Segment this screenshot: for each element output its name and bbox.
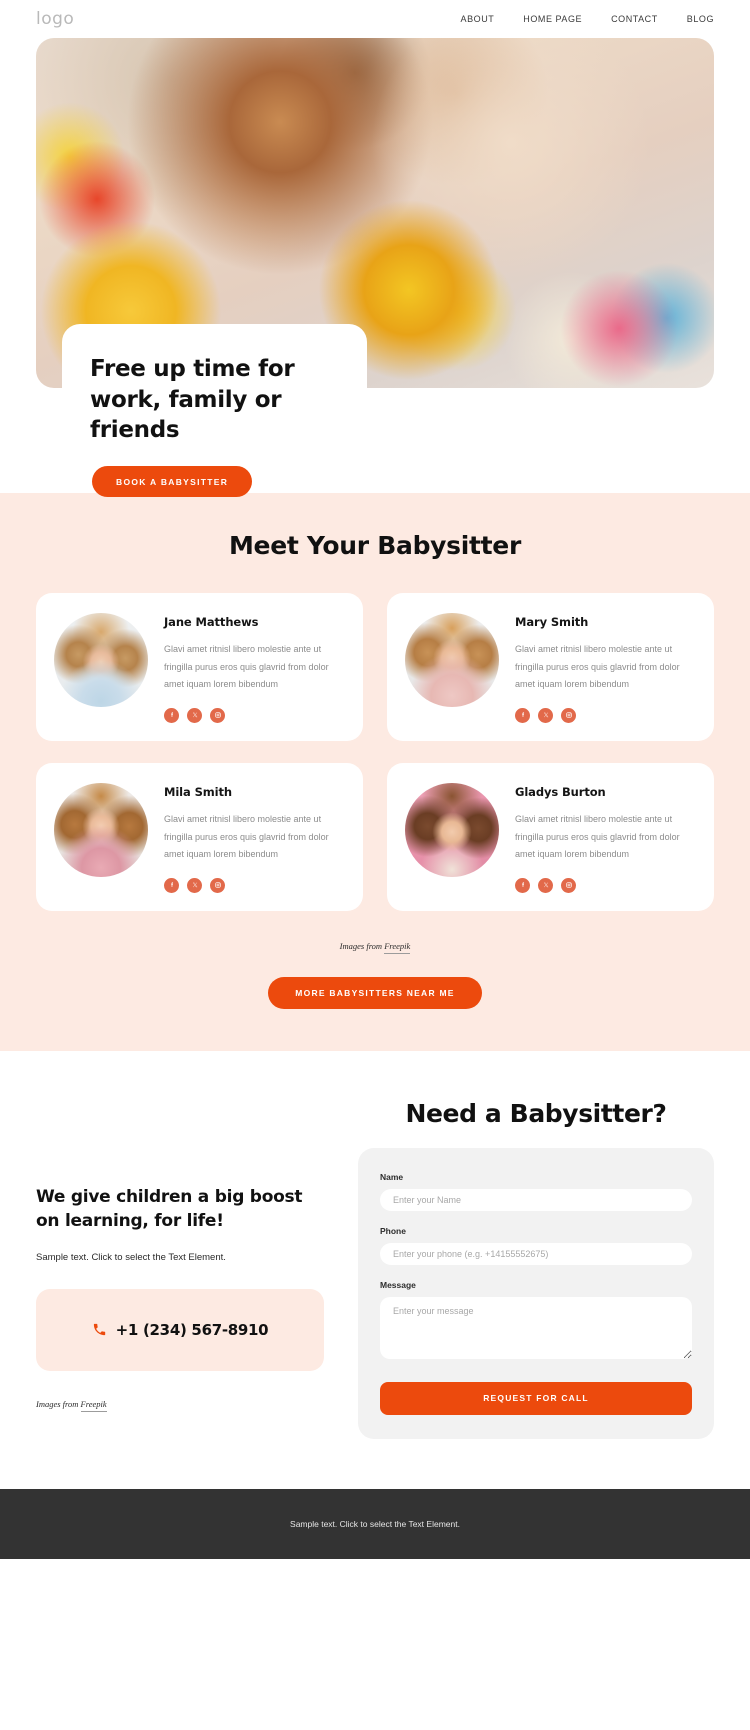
- babysitter-card-body: Jane Matthews Glavi amet ritnisl libero …: [164, 613, 345, 723]
- babysitter-name: Jane Matthews: [164, 615, 259, 629]
- meet-image-credit: Images from Freepik: [36, 940, 714, 954]
- credit-prefix: Images from: [36, 1398, 81, 1409]
- contact-left-text: Sample text. Click to select the Text El…: [36, 1252, 226, 1263]
- meet-section-title: Meet Your Babysitter: [228, 531, 521, 560]
- babysitter-description: Glavi amet ritnisl libero molestie ante …: [164, 644, 329, 690]
- facebook-icon[interactable]: [515, 877, 530, 893]
- book-a-babysitter-button[interactable]: Book a babysitter: [92, 466, 253, 497]
- site-header: logo ABOUT HOME PAGE CONTACT BLOG: [0, 0, 750, 38]
- meet-babysitter-section: Meet Your Babysitter Jane Matthews Glavi…: [0, 493, 750, 1051]
- babysitter-avatar: [405, 782, 499, 877]
- contact-form-panel: Name Phone Message Request for call: [358, 1147, 714, 1439]
- nav-item-about[interactable]: ABOUT: [461, 14, 495, 24]
- babysitter-card-body: Gladys Burton Glavi amet ritnisl libero …: [515, 783, 696, 893]
- site-footer: Sample text. Click to select the Text El…: [0, 1488, 750, 1559]
- babysitter-description: Glavi amet ritnisl libero molestie ante …: [515, 644, 680, 690]
- phone-label: Phone: [380, 1225, 406, 1236]
- meet-cta-wrapper: More babysitters near me: [36, 976, 714, 1009]
- instagram-icon[interactable]: [210, 877, 225, 893]
- contact-left-column: We give children a big boost on learning…: [36, 1099, 324, 1439]
- name-label: Name: [380, 1171, 404, 1182]
- phone-field-group: Phone: [380, 1226, 692, 1265]
- babysitter-name: Gladys Burton: [515, 784, 606, 799]
- instagram-icon[interactable]: [561, 877, 576, 893]
- instagram-icon[interactable]: [561, 707, 576, 723]
- x-twitter-icon[interactable]: [187, 877, 202, 893]
- message-field-group: Message: [380, 1280, 692, 1364]
- contact-form-title: Need a Babysitter?: [405, 1098, 667, 1128]
- freepik-link[interactable]: Freepik: [384, 940, 411, 954]
- babysitter-card-body: Mary Smith Glavi amet ritnisl libero mol…: [515, 613, 696, 723]
- hero-title: Free up time for work, family or friends: [90, 356, 295, 444]
- babysitter-description: Glavi amet ritnisl libero molestie ante …: [164, 813, 329, 860]
- facebook-icon[interactable]: [164, 877, 179, 893]
- hero-section: Free up time for work, family or friends…: [0, 38, 750, 497]
- name-input[interactable]: [380, 1188, 692, 1211]
- babysitter-card[interactable]: Mary Smith Glavi amet ritnisl libero mol…: [387, 593, 714, 741]
- main-navigation: ABOUT HOME PAGE CONTACT BLOG: [461, 14, 714, 24]
- more-babysitters-button[interactable]: More babysitters near me: [268, 976, 482, 1009]
- x-twitter-icon[interactable]: [187, 707, 202, 723]
- instagram-icon[interactable]: [210, 707, 225, 723]
- babysitter-avatar: [405, 613, 499, 707]
- facebook-icon[interactable]: [164, 707, 179, 723]
- landing-page: logo ABOUT HOME PAGE CONTACT BLOG Free u…: [0, 0, 750, 1730]
- hero-text-card: Free up time for work, family or friends: [62, 324, 367, 472]
- nav-item-contact[interactable]: CONTACT: [611, 14, 658, 24]
- site-logo[interactable]: logo: [36, 9, 74, 29]
- phone-number: +1 (234) 567-8910: [115, 1320, 269, 1339]
- contact-right-column: Need a Babysitter? Name Phone Message Re…: [358, 1099, 714, 1439]
- request-for-call-button[interactable]: Request for call: [380, 1381, 692, 1415]
- x-twitter-icon[interactable]: [538, 877, 553, 893]
- social-links: [515, 707, 696, 723]
- babysitter-name: Mila Smith: [164, 784, 232, 799]
- freepik-link[interactable]: Freepik: [80, 1398, 107, 1412]
- babysitter-card-grid: Jane Matthews Glavi amet ritnisl libero …: [36, 593, 714, 911]
- social-links: [164, 707, 345, 723]
- facebook-icon[interactable]: [515, 707, 530, 723]
- babysitter-card[interactable]: Gladys Burton Glavi amet ritnisl libero …: [387, 762, 714, 911]
- babysitter-name: Mary Smith: [515, 615, 589, 629]
- footer-text: Sample text. Click to select the Text El…: [290, 1518, 460, 1529]
- contact-section: We give children a big boost on learning…: [0, 1050, 750, 1489]
- babysitter-card[interactable]: Jane Matthews Glavi amet ritnisl libero …: [36, 593, 363, 741]
- x-twitter-icon[interactable]: [538, 707, 553, 723]
- babysitter-avatar: [54, 613, 148, 707]
- contact-image-credit: Images from Freepik: [36, 1398, 324, 1412]
- babysitter-card[interactable]: Mila Smith Glavi amet ritnisl libero mol…: [36, 762, 363, 911]
- message-textarea[interactable]: [380, 1296, 692, 1359]
- social-links: [515, 877, 696, 893]
- nav-item-home-page[interactable]: HOME PAGE: [523, 14, 582, 24]
- contact-left-title: We give children a big boost on learning…: [36, 1186, 303, 1231]
- credit-prefix: Images from: [339, 940, 385, 951]
- name-field-group: Name: [380, 1172, 692, 1211]
- babysitter-card-body: Mila Smith Glavi amet ritnisl libero mol…: [164, 783, 345, 893]
- babysitter-description: Glavi amet ritnisl libero molestie ante …: [515, 813, 680, 860]
- babysitter-avatar: [54, 782, 148, 877]
- phone-icon: [92, 1322, 107, 1337]
- nav-item-blog[interactable]: BLOG: [687, 14, 714, 24]
- message-label: Message: [380, 1279, 416, 1290]
- phone-callout-box[interactable]: +1 (234) 567-8910: [36, 1288, 324, 1371]
- social-links: [164, 877, 345, 893]
- phone-input[interactable]: [380, 1242, 692, 1265]
